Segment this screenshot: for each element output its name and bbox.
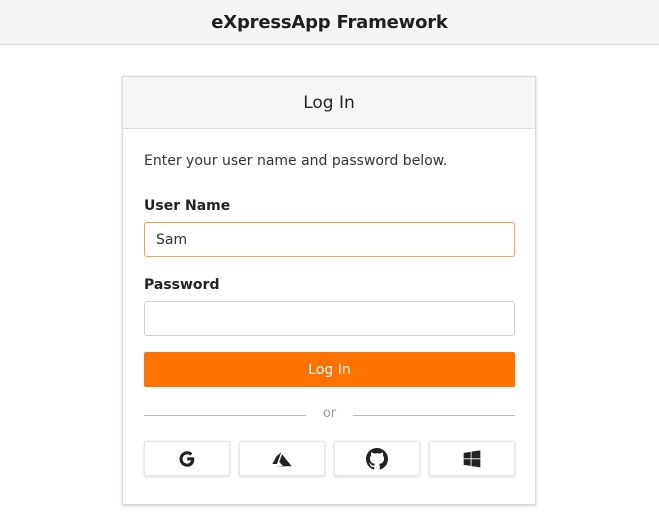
or-divider: or — [144, 406, 515, 426]
login-card: Log In Enter your user name and password… — [122, 76, 536, 505]
username-input[interactable] — [144, 222, 515, 257]
external-login-providers — [144, 441, 515, 476]
login-instructions: Enter your user name and password below. — [144, 153, 448, 169]
app-header: eXpressApp Framework — [0, 0, 659, 45]
password-label: Password — [144, 277, 220, 293]
google-login-button[interactable] — [144, 441, 230, 476]
azure-icon — [272, 451, 292, 467]
divider-line-right — [353, 415, 515, 416]
password-input[interactable] — [144, 301, 515, 336]
login-title: Log In — [303, 92, 355, 113]
divider-or-text: or — [322, 406, 337, 421]
username-label: User Name — [144, 198, 231, 214]
login-card-header: Log In — [123, 77, 535, 129]
azure-login-button[interactable] — [239, 441, 325, 476]
google-icon — [179, 450, 195, 467]
login-button[interactable]: Log In — [144, 352, 515, 387]
app-title: eXpressApp Framework — [211, 11, 448, 33]
windows-icon — [463, 449, 481, 467]
github-icon — [366, 447, 388, 469]
github-login-button[interactable] — [334, 441, 420, 476]
microsoft-login-button[interactable] — [429, 441, 515, 476]
